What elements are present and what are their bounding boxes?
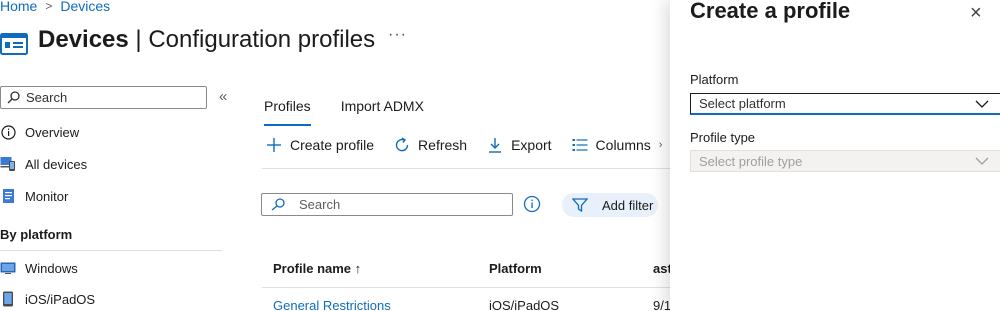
add-filter-button[interactable]: Add filter — [562, 193, 658, 217]
breadcrumb: Home > Devices — [0, 0, 110, 14]
export-button[interactable]: Export — [487, 137, 552, 153]
tab-import-admx[interactable]: Import ADMX — [341, 98, 424, 126]
toolbar-divider — [262, 168, 670, 169]
info-icon — [0, 124, 16, 140]
nav-search-input[interactable]: Search — [0, 86, 207, 109]
chevron-down-icon — [975, 157, 989, 165]
columns-list-icon — [572, 139, 588, 151]
platform-label: Platform — [690, 72, 739, 87]
nav-divider — [0, 250, 222, 251]
command-bar: Create profile Refresh Export Columns › — [266, 137, 682, 153]
configuration-profiles-icon — [0, 33, 28, 55]
page-title: Devices | Configuration profiles — [38, 26, 376, 53]
columns-button[interactable]: Columns › — [572, 137, 663, 153]
column-header-profile-name[interactable]: Profile name ↑ — [273, 261, 361, 276]
tab-bar: Profiles Import ADMX — [264, 98, 424, 126]
nav-item-overview[interactable]: Overview — [0, 124, 79, 140]
collapse-nav-button[interactable]: « — [219, 88, 227, 105]
table-cell-last-modified: 9/1 — [653, 298, 672, 311]
tab-profiles[interactable]: Profiles — [264, 98, 311, 126]
filter-icon — [572, 198, 588, 212]
nav-item-monitor[interactable]: Monitor — [0, 188, 68, 204]
search-icon — [7, 91, 20, 104]
nav-section-heading: By platform — [0, 227, 73, 242]
nav-item-all-devices[interactable]: All devices — [0, 156, 87, 172]
monitor-icon — [0, 188, 16, 204]
devices-icon — [0, 156, 16, 172]
refresh-button[interactable]: Refresh — [394, 137, 467, 153]
more-options-button[interactable]: ··· — [388, 26, 407, 44]
chevron-right-icon: > — [45, 0, 53, 13]
close-icon[interactable]: × — [970, 2, 982, 25]
chevron-down-icon — [975, 100, 989, 108]
download-icon — [489, 138, 502, 153]
page-header: Devices | Configuration profiles — [0, 24, 375, 56]
search-icon — [271, 198, 285, 211]
table-header-divider — [262, 287, 670, 288]
create-profile-panel: Create a profile × Platform Select platf… — [670, 0, 1000, 311]
column-header-last-modified[interactable]: ast — [653, 261, 672, 276]
refresh-icon — [395, 137, 409, 152]
nav-item-windows[interactable]: Windows — [0, 260, 78, 276]
profiles-search-input[interactable]: Search — [261, 193, 513, 216]
ipad-icon — [0, 291, 16, 307]
create-profile-button[interactable]: Create profile — [266, 137, 374, 153]
column-header-platform[interactable]: Platform — [489, 261, 542, 276]
table-cell-profile-name[interactable]: General Restrictions — [273, 298, 391, 311]
profile-type-label: Profile type — [690, 130, 756, 145]
platform-select[interactable]: Select platform — [690, 93, 1000, 115]
plus-icon — [267, 138, 281, 152]
chevron-right-icon: › — [658, 139, 663, 151]
table-cell-platform: iOS/iPadOS — [489, 298, 560, 311]
panel-title: Create a profile — [690, 0, 851, 23]
info-icon[interactable] — [523, 195, 541, 213]
profile-type-select[interactable]: Select profile type — [690, 150, 1000, 172]
breadcrumb-home[interactable]: Home — [0, 0, 37, 14]
breadcrumb-devices[interactable]: Devices — [60, 0, 110, 14]
windows-icon — [0, 260, 16, 276]
nav-item-ios-ipados[interactable]: iOS/iPadOS — [0, 291, 95, 307]
